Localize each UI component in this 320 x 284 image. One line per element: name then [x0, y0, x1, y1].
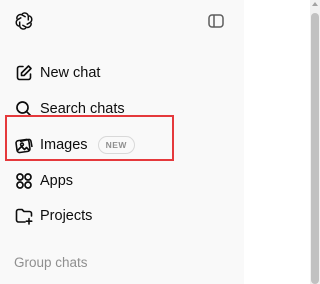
sidebar-item-projects[interactable]: Projects: [10, 200, 234, 232]
apps-icon: [14, 171, 34, 191]
sidebar-item-label: Projects: [40, 208, 93, 224]
sidebar-item-new-chat[interactable]: New chat: [10, 57, 234, 89]
sidebar-toggle-icon[interactable]: [206, 11, 226, 31]
scroll-up-arrow-icon[interactable]: [312, 2, 318, 6]
folder-plus-icon: [14, 206, 34, 226]
highlight-box: [5, 115, 174, 161]
sidebar-item-label: Apps: [40, 173, 74, 189]
sidebar-item-label: New chat: [40, 65, 101, 81]
scrollbar-thumb[interactable]: [311, 13, 319, 284]
scrollbar[interactable]: [310, 0, 320, 284]
group-chats-heading: Group chats: [14, 255, 88, 270]
openai-logo-icon[interactable]: [13, 10, 35, 32]
sidebar-item-apps[interactable]: Apps: [10, 165, 234, 197]
edit-icon: [14, 63, 34, 83]
